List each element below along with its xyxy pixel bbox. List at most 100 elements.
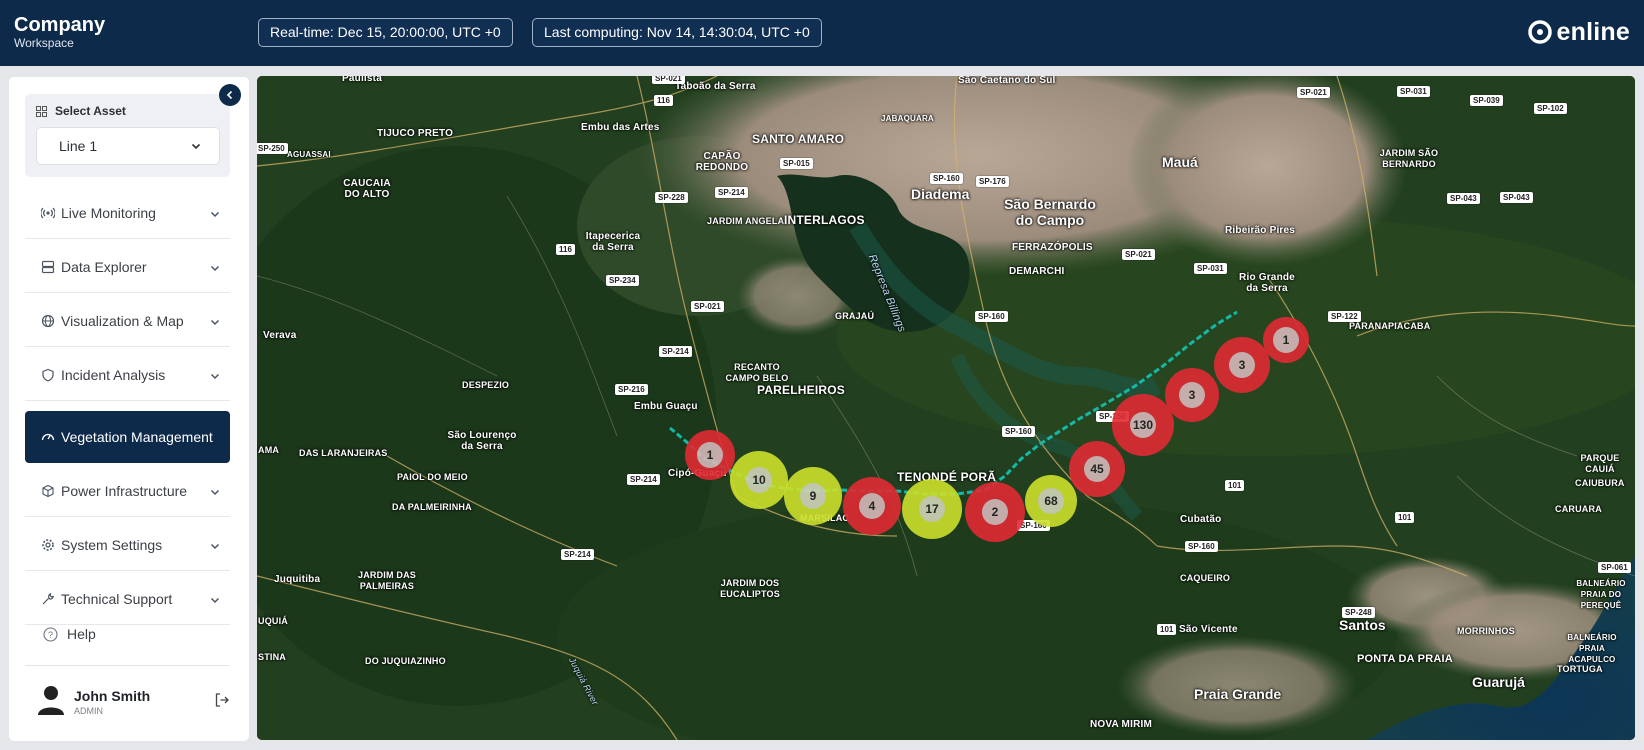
sidebar: Select Asset Line 1 Live Monitoring Data… [9, 77, 249, 741]
incident-marker-yellow[interactable]: 10 [730, 451, 788, 509]
map-place-label: Praia Grande [1194, 686, 1282, 702]
map-place-label: Ribeirão Pires [1225, 225, 1296, 236]
road-shield: SP-214 [659, 346, 692, 357]
nav-visualization-map[interactable]: Visualization & Map [25, 295, 230, 347]
chevron-down-icon [191, 128, 201, 164]
nav-label: Data Explorer [61, 258, 147, 275]
incident-count: 3 [1229, 352, 1255, 378]
map-place-label: São Lourenço da Serra [447, 430, 517, 452]
road-shield: SP-039 [1470, 95, 1503, 106]
nav-system-settings[interactable]: System Settings [25, 519, 230, 571]
road-shield: SP-160 [1002, 426, 1035, 437]
globe-icon [41, 314, 55, 328]
chevron-down-icon [210, 314, 220, 330]
map-place-label: JARDIM SÃO BERNARDO [1379, 148, 1439, 169]
realtime-badge: Real-time: Dec 15, 20:00:00, UTC +0 [258, 18, 513, 47]
chevron-down-icon [210, 484, 220, 500]
incident-marker-red[interactable]: 2 [965, 482, 1025, 542]
road-shield: SP-248 [1342, 607, 1375, 618]
map-place-label: SANTO AMARO [752, 132, 845, 146]
incident-marker-red[interactable]: 4 [843, 477, 901, 535]
incident-count: 1 [1273, 327, 1299, 353]
incident-count: 10 [746, 467, 772, 493]
map-place-label: DO JUQUIAZINHO [365, 656, 446, 666]
road-shield: SP-021 [1297, 87, 1330, 98]
incident-marker-red[interactable]: 1 [1263, 317, 1309, 363]
collapse-sidebar-button[interactable] [219, 84, 241, 106]
incident-marker-yellow[interactable]: 9 [784, 467, 842, 525]
select-asset-label: Select Asset [36, 104, 126, 118]
map-place-label: Rio Grande da Serra [1239, 272, 1295, 294]
divider [25, 665, 230, 666]
map-place-label: DEMARCHI [1009, 266, 1065, 277]
incident-marker-red[interactable]: 130 [1112, 394, 1174, 456]
map-place-label: DA PALMEIRINHA [392, 502, 472, 512]
map-place-label: Guarujá [1472, 674, 1525, 690]
nav-data-explorer[interactable]: Data Explorer [25, 241, 230, 293]
incident-count: 130 [1130, 412, 1156, 438]
nav-technical-support[interactable]: Technical Support [25, 573, 230, 625]
road-shield: SP-021 [1122, 249, 1155, 260]
map-place-label: Taboão da Serra [675, 81, 756, 92]
grid-icon [36, 105, 47, 117]
nav-label: Power Infrastructure [61, 482, 188, 499]
logout-icon[interactable] [214, 692, 230, 713]
road-shield: SP-216 [615, 384, 648, 395]
road-shield: 101 [1157, 624, 1177, 635]
nav-live-monitoring[interactable]: Live Monitoring [25, 187, 230, 239]
incident-marker-yellow[interactable]: 68 [1025, 475, 1077, 527]
map-place-label: BALNEÁRIO PRAIA ACAPULCO [1567, 633, 1617, 664]
map-place-label: Verava [263, 330, 297, 341]
incident-marker-yellow[interactable]: 17 [902, 479, 962, 539]
road-shield: SP-228 [655, 192, 688, 203]
road-shield: SP-160 [1185, 541, 1218, 552]
map-place-label: PONTA DA PRAIA [1357, 653, 1453, 665]
select-asset-text: Select Asset [55, 104, 126, 118]
map-place-label: DAS LARANJEIRAS [299, 448, 388, 458]
road-shield: SP-015 [780, 158, 813, 169]
road-shield: 116 [556, 244, 575, 255]
satellite-map[interactable]: Paulista Taboão da Serra São Caetano do … [257, 76, 1635, 740]
road-shield: SP-061 [1598, 562, 1631, 573]
nav-vegetation-management[interactable]: Vegetation Management [25, 411, 230, 463]
map-place-label: JABAQUARA [881, 114, 934, 123]
incident-marker-red[interactable]: 1 [685, 430, 735, 480]
road-shield: SP-031 [1397, 86, 1430, 97]
workspace-name: Workspace [14, 36, 74, 50]
incident-marker-red[interactable]: 45 [1069, 441, 1125, 497]
incident-count: 1 [697, 442, 723, 468]
nav-label: System Settings [61, 536, 163, 553]
map-place-label: São Bernardo do Campo [1004, 196, 1096, 228]
road-shield: 116 [654, 95, 673, 106]
map-place-label: CAIUBURA [1575, 478, 1625, 488]
broadcast-icon [41, 206, 55, 220]
road-shield: 101 [1395, 512, 1415, 523]
incident-marker-red[interactable]: 3 [1214, 337, 1270, 393]
nav-power-infrastructure[interactable]: Power Infrastructure [25, 465, 230, 517]
incident-count: 3 [1179, 382, 1205, 408]
map-place-label: Juquitiba [274, 574, 321, 585]
map-place-label: INTERLAGOS [784, 213, 865, 227]
incident-count: 4 [859, 493, 885, 519]
map-place-label: São Vicente [1179, 624, 1238, 635]
road-shield: SP-250 [257, 143, 288, 154]
map-place-label: BALNEÁRIO PRAIA DO PEREQUÊ [1576, 579, 1626, 610]
road-shield: SP-122 [1328, 311, 1361, 322]
logo-text: enline [1556, 18, 1630, 46]
nav-label: Live Monitoring [61, 204, 156, 221]
workspace-brand[interactable]: Company Workspace [14, 14, 105, 50]
nav-incident-analysis[interactable]: Incident Analysis [25, 349, 230, 401]
map-place-label: PARELHEIROS [757, 383, 845, 397]
enline-logo: enline [1527, 18, 1630, 46]
map-place-label: JARDIM ANGELA [707, 216, 785, 226]
map-place-label: PAIOL DO MEIO [397, 472, 468, 482]
map-place-label: Itapecerica da Serra [585, 231, 641, 253]
nav-label: Visualization & Map [61, 312, 184, 329]
map-place-label: AGUASSAI [287, 150, 331, 159]
help-link[interactable]: ? Help [43, 626, 96, 642]
map-place-label: São Caetano do Sul [958, 76, 1056, 86]
incident-marker-red[interactable]: 3 [1165, 368, 1219, 422]
road-shield: SP-214 [561, 549, 594, 560]
incident-count: 9 [800, 483, 826, 509]
asset-select[interactable]: Line 1 [36, 127, 220, 165]
